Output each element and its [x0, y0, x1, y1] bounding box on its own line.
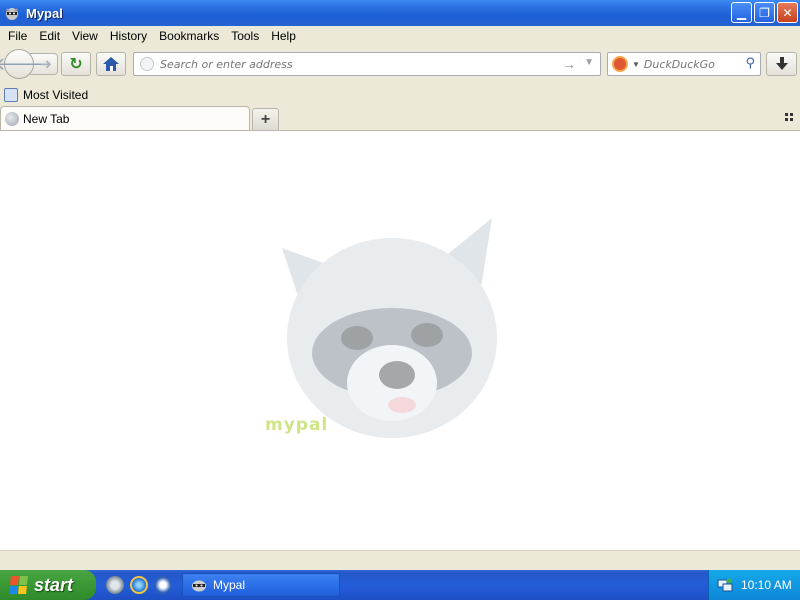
- home-button[interactable]: [96, 52, 126, 76]
- search-bar[interactable]: ▼ ⚲: [607, 52, 761, 76]
- home-icon: [103, 57, 119, 71]
- new-tab-button[interactable]: +: [252, 108, 279, 130]
- window-titlebar[interactable]: Mypal ▁ ❐ ✕: [0, 0, 800, 26]
- raccoon-icon: [6, 8, 18, 20]
- identity-icon: [140, 57, 154, 71]
- magnifier-icon[interactable]: ⚲: [745, 55, 755, 71]
- page-content: mypal: [0, 130, 800, 550]
- quick-launch: [106, 576, 172, 594]
- duckduckgo-icon[interactable]: [612, 56, 628, 72]
- bookmarks-toolbar: Most Visited: [0, 84, 800, 106]
- menu-bookmarks[interactable]: Bookmarks: [153, 29, 225, 43]
- menu-edit[interactable]: Edit: [33, 29, 66, 43]
- reload-button[interactable]: ↻: [61, 52, 91, 76]
- menu-file[interactable]: File: [2, 29, 33, 43]
- taskbar-item-mypal[interactable]: Mypal: [182, 573, 340, 597]
- plus-icon: +: [260, 110, 271, 128]
- menu-tools[interactable]: Tools: [225, 29, 265, 43]
- menu-history[interactable]: History: [104, 29, 153, 43]
- ie-icon[interactable]: [130, 576, 148, 594]
- menu-help[interactable]: Help: [265, 29, 302, 43]
- window-title: Mypal: [26, 5, 63, 21]
- download-button[interactable]: [766, 52, 797, 76]
- navigation-toolbar: 🡐 ➜ ↻ → ▼ ▼ ⚲: [0, 46, 800, 84]
- go-arrow-icon[interactable]: →: [562, 56, 576, 72]
- menu-view[interactable]: View: [66, 29, 104, 43]
- url-input[interactable]: [160, 57, 550, 71]
- raccoon-logo-icon: [282, 218, 497, 438]
- raccoon-icon: [192, 580, 206, 592]
- close-icon: ✕: [782, 5, 793, 20]
- status-bar: [0, 550, 800, 570]
- system-tray: 10:10 AM: [708, 570, 800, 600]
- restore-icon: ❐: [759, 5, 770, 20]
- tab-strip: New Tab +: [0, 106, 800, 130]
- taskbar-item-label: Mypal: [213, 578, 246, 592]
- url-dropdown-icon[interactable]: ▼: [584, 57, 594, 68]
- network-icon[interactable]: [717, 578, 733, 592]
- reload-icon: ↻: [69, 56, 83, 73]
- menu-bar: File Edit View History Bookmarks Tools H…: [0, 26, 800, 46]
- close-button[interactable]: ✕: [777, 2, 798, 23]
- download-icon: [775, 57, 788, 70]
- start-button[interactable]: start: [0, 570, 96, 600]
- tab-grid-icon[interactable]: [785, 113, 794, 122]
- minimize-button[interactable]: ▁: [731, 2, 752, 23]
- logo-text: mypal: [265, 415, 329, 435]
- tab-label: New Tab: [23, 111, 70, 126]
- back-arrow-icon: 🡐: [0, 53, 44, 74]
- minimize-icon: ▁: [736, 5, 747, 20]
- search-input[interactable]: [643, 57, 740, 71]
- start-label: start: [34, 574, 74, 595]
- taskbar: start Mypal 10:10 AM: [0, 570, 800, 600]
- mypal-quicklaunch-icon[interactable]: [106, 576, 124, 594]
- media-player-icon[interactable]: [154, 576, 172, 594]
- windows-flag-icon: [9, 576, 29, 594]
- bookmark-most-visited[interactable]: Most Visited: [23, 88, 88, 102]
- bookmark-folder-icon: [4, 88, 18, 102]
- restore-button[interactable]: ❐: [754, 2, 775, 23]
- tab-new-tab[interactable]: New Tab: [0, 106, 250, 130]
- globe-icon: [5, 111, 19, 126]
- address-bar[interactable]: → ▼: [133, 52, 601, 76]
- clock[interactable]: 10:10 AM: [741, 578, 792, 592]
- search-engine-dropdown-icon[interactable]: ▼: [632, 60, 640, 69]
- back-button[interactable]: 🡐: [0, 49, 43, 79]
